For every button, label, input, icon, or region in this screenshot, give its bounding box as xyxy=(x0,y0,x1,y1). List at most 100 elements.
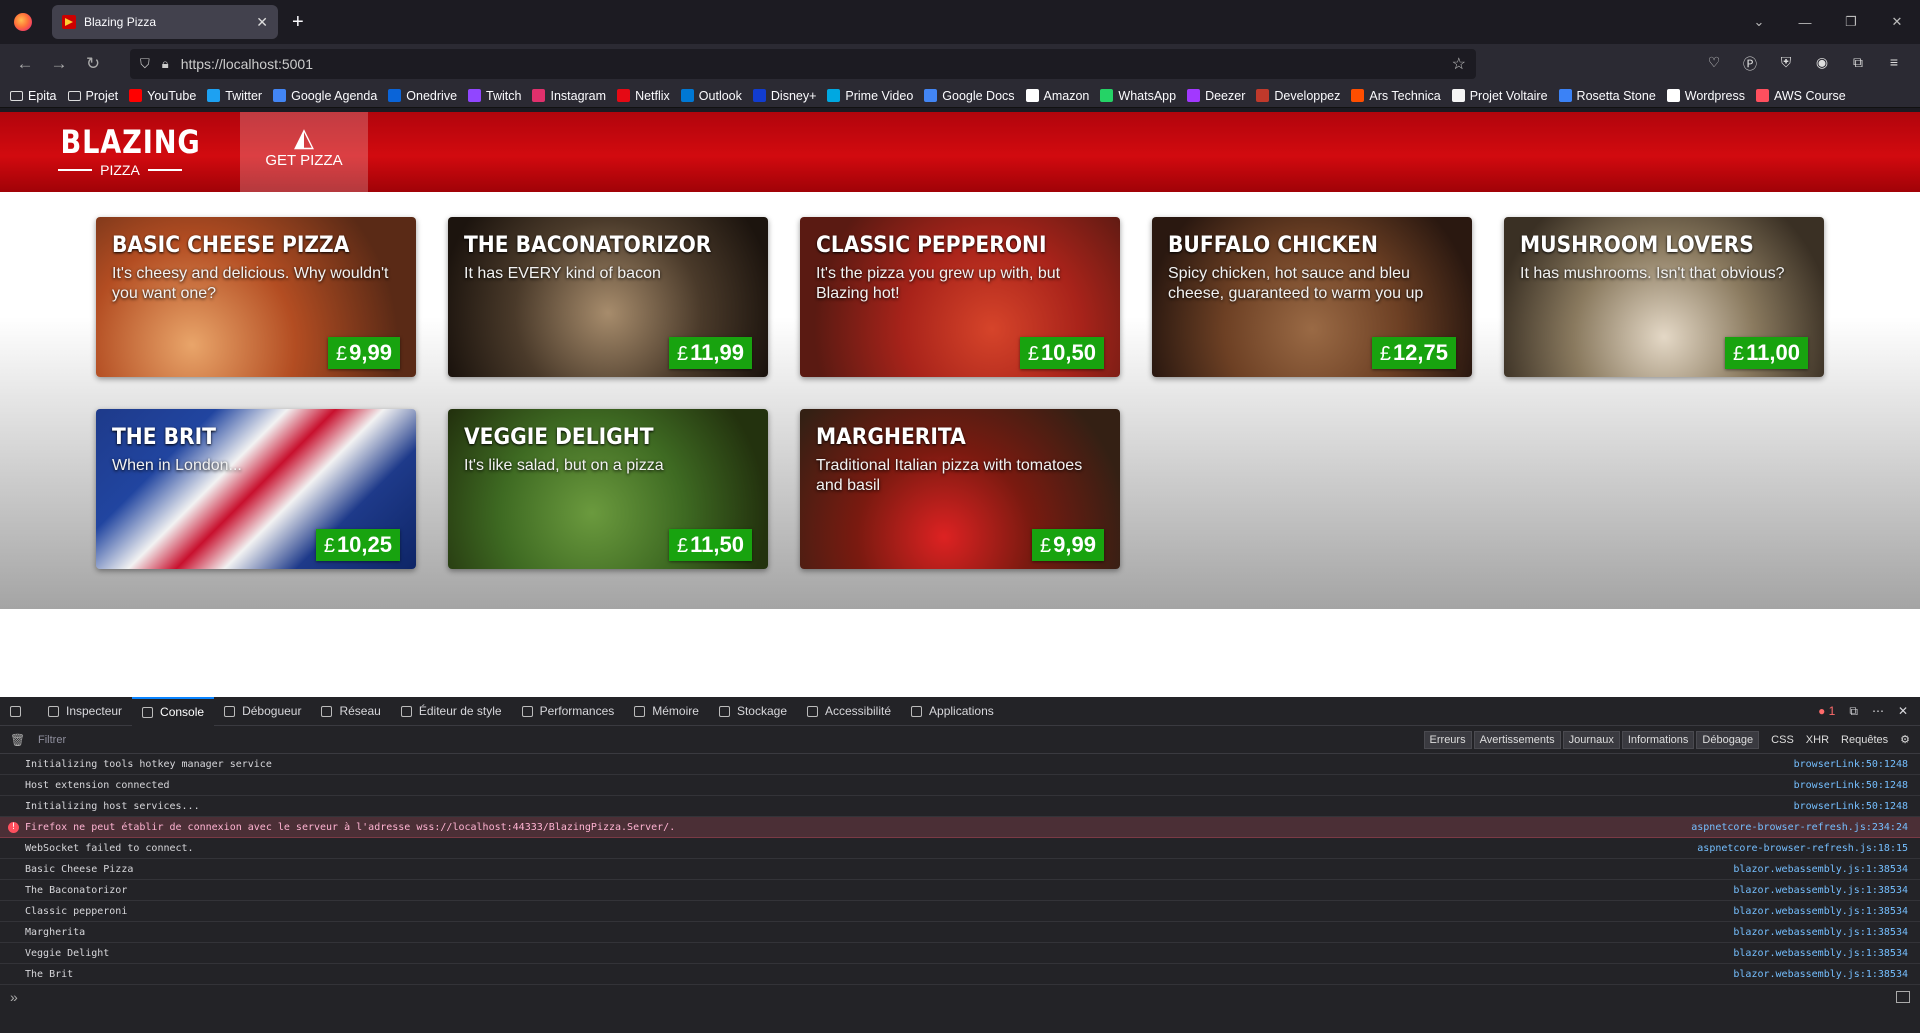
console-log-row[interactable]: WebSocket failed to connect. aspnetcore-… xyxy=(0,838,1920,859)
bookmark-14[interactable]: WhatsApp xyxy=(1100,89,1176,103)
bookmark-3[interactable]: Twitter xyxy=(207,89,262,103)
clear-console-icon[interactable]: 🗑︎ xyxy=(10,733,25,747)
log-source-link[interactable]: browserLink:50:1248 xyxy=(1794,759,1908,770)
nav-get-pizza[interactable]: ◭ GET PIZZA xyxy=(240,112,368,204)
bookmark-20[interactable]: Wordpress xyxy=(1666,89,1745,103)
devtools-tab[interactable]: Débogueur xyxy=(214,697,311,726)
bookmark-8[interactable]: Netflix xyxy=(617,89,670,103)
log-source-link[interactable]: browserLink:50:1248 xyxy=(1794,780,1908,791)
log-source-link[interactable]: browserLink:50:1248 xyxy=(1794,801,1908,812)
bookmark-19[interactable]: Rosetta Stone xyxy=(1558,89,1656,103)
pizza-card[interactable]: MARGHERITA Traditional Italian pizza wit… xyxy=(800,409,1120,569)
bookmark-4[interactable]: Google Agenda xyxy=(273,89,377,103)
console-log-row[interactable]: Margherita blazor.webassembly.js:1:38534 xyxy=(0,922,1920,943)
log-source-link[interactable]: blazor.webassembly.js:1:38534 xyxy=(1733,864,1908,875)
devtools-tab[interactable]: Mémoire xyxy=(624,697,709,726)
bookmark-11[interactable]: Prime Video xyxy=(827,89,913,103)
console-log-row[interactable]: Basic Cheese Pizza blazor.webassembly.js… xyxy=(0,859,1920,880)
bookmark-9[interactable]: Outlook xyxy=(680,89,742,103)
log-level-filter[interactable]: Débogage xyxy=(1696,730,1760,749)
extension-round-icon[interactable]: ◉ xyxy=(1804,54,1840,74)
browser-tab[interactable]: Blazing Pizza ✕ xyxy=(52,5,278,39)
log-level-filter[interactable]: Journaux xyxy=(1562,730,1620,749)
bookmark-1[interactable]: Projet xyxy=(67,89,118,103)
bookmark-13[interactable]: Amazon xyxy=(1025,89,1089,103)
request-filter[interactable]: Requêtes xyxy=(1841,734,1888,746)
pizza-card[interactable]: BUFFALO CHICKEN Spicy chicken, hot sauce… xyxy=(1152,217,1472,377)
console-log-row[interactable]: The Baconatorizor blazor.webassembly.js:… xyxy=(0,880,1920,901)
console-filter-input[interactable]: Filtrer xyxy=(38,734,1422,746)
tracking-shield-icon[interactable]: ⛉ xyxy=(140,56,150,72)
bookmark-2[interactable]: YouTube xyxy=(129,89,196,103)
console-log-row[interactable]: Host extension connected browserLink:50:… xyxy=(0,775,1920,796)
bookmark-17[interactable]: Ars Technica xyxy=(1351,89,1441,103)
console-log-row[interactable]: Classic pepperoni blazor.webassembly.js:… xyxy=(0,901,1920,922)
menu-icon[interactable]: ≡ xyxy=(1876,54,1912,74)
tab-list-chevron-icon[interactable]: ⌄ xyxy=(1736,14,1782,30)
console-log-row[interactable]: Initializing tools hotkey manager servic… xyxy=(0,754,1920,775)
element-picker-icon[interactable] xyxy=(0,697,38,726)
devtools-tab[interactable]: Stockage xyxy=(709,697,797,726)
request-filter[interactable]: CSS xyxy=(1771,734,1794,746)
more-options-icon[interactable]: ⋯ xyxy=(1872,704,1884,718)
bookmark-5[interactable]: Onedrive xyxy=(388,89,457,103)
devtools-tab[interactable]: Inspecteur xyxy=(38,697,132,726)
pizza-card[interactable]: MUSHROOM LOVERS It has mushrooms. Isn't … xyxy=(1504,217,1824,377)
editor-mode-icon[interactable] xyxy=(1896,991,1910,1003)
devtools-tab[interactable]: Éditeur de style xyxy=(391,697,512,726)
reload-icon[interactable]: ↻ xyxy=(76,54,110,74)
blazing-pizza-logo[interactable]: BLAZING PIZZA xyxy=(50,126,200,178)
devtools-tab[interactable]: Réseau xyxy=(311,697,390,726)
devtools-tab[interactable]: Performances xyxy=(512,697,625,726)
log-source-link[interactable]: aspnetcore-browser-refresh.js:234:24 xyxy=(1691,822,1908,833)
bookmark-0[interactable]: Epita xyxy=(10,89,57,103)
bookmark-6[interactable]: Twitch xyxy=(468,89,521,103)
bookmark-12[interactable]: Google Docs xyxy=(924,89,1015,103)
log-source-link[interactable]: aspnetcore-browser-refresh.js:18:15 xyxy=(1697,843,1908,854)
console-input[interactable]: » xyxy=(0,985,1920,1009)
log-level-filter[interactable]: Informations xyxy=(1621,730,1695,749)
devtools-tab[interactable]: Applications xyxy=(901,697,1004,726)
back-icon[interactable]: ← xyxy=(8,54,42,74)
error-count-badge[interactable]: ● 1 xyxy=(1818,704,1835,718)
devtools-tab[interactable]: Console xyxy=(132,696,215,726)
console-settings-icon[interactable]: ⚙ xyxy=(1900,733,1910,746)
shield-extension-icon[interactable]: ⛨ xyxy=(1768,54,1804,74)
pizza-card[interactable]: CLASSIC PEPPERONI It's the pizza you gre… xyxy=(800,217,1120,377)
bookmark-15[interactable]: Deezer xyxy=(1187,89,1245,103)
lock-icon[interactable]: 🔒︎ xyxy=(162,56,169,72)
close-tab-icon[interactable]: ✕ xyxy=(256,14,268,31)
pizza-card[interactable]: BASIC CHEESE PIZZA It's cheesy and delic… xyxy=(96,217,416,377)
log-level-filter[interactable]: Avertissements xyxy=(1473,730,1561,749)
pocket-icon[interactable]: ♡ xyxy=(1696,54,1732,74)
log-level-filter[interactable]: Erreurs xyxy=(1423,730,1472,749)
bookmark-7[interactable]: Instagram xyxy=(532,89,606,103)
bookmark-16[interactable]: Developpez xyxy=(1256,89,1340,103)
log-source-link[interactable]: blazor.webassembly.js:1:38534 xyxy=(1733,906,1908,917)
minimize-icon[interactable]: — xyxy=(1782,15,1828,30)
log-source-link[interactable]: blazor.webassembly.js:1:38534 xyxy=(1733,927,1908,938)
firefox-icon[interactable] xyxy=(14,13,32,31)
bookmark-21[interactable]: AWS Course xyxy=(1755,89,1846,103)
forward-icon[interactable]: → xyxy=(42,54,76,74)
pizza-card[interactable]: THE BACONATORIZOR It has EVERY kind of b… xyxy=(448,217,768,377)
bookmark-18[interactable]: Projet Voltaire xyxy=(1451,89,1548,103)
new-tab-icon[interactable]: + xyxy=(292,11,304,34)
bookmark-10[interactable]: Disney+ xyxy=(752,89,816,103)
url-bar[interactable]: ⛉ 🔒︎ https://localhost:5001 ☆ xyxy=(130,49,1476,79)
log-source-link[interactable]: blazor.webassembly.js:1:38534 xyxy=(1733,969,1908,980)
close-window-icon[interactable]: ✕ xyxy=(1874,14,1920,30)
url-text[interactable]: https://localhost:5001 xyxy=(181,56,1452,72)
console-log-row[interactable]: ! Firefox ne peut établir de connexion av… xyxy=(0,817,1920,838)
dock-icon[interactable]: ⧉ xyxy=(1849,704,1858,719)
console-log-row[interactable]: Veggie Delight blazor.webassembly.js:1:3… xyxy=(0,943,1920,964)
devtools-tab[interactable]: Accessibilité xyxy=(797,697,901,726)
profile-p-icon[interactable]: Ⓟ xyxy=(1732,54,1768,74)
log-source-link[interactable]: blazor.webassembly.js:1:38534 xyxy=(1733,948,1908,959)
close-devtools-icon[interactable]: ✕ xyxy=(1898,704,1908,718)
extensions-puzzle-icon[interactable]: ⧉ xyxy=(1840,54,1876,74)
bookmark-star-icon[interactable]: ☆ xyxy=(1452,54,1466,74)
request-filter[interactable]: XHR xyxy=(1806,734,1829,746)
pizza-card[interactable]: VEGGIE DELIGHT It's like salad, but on a… xyxy=(448,409,768,569)
console-log-row[interactable]: The Brit blazor.webassembly.js:1:38534 xyxy=(0,964,1920,985)
